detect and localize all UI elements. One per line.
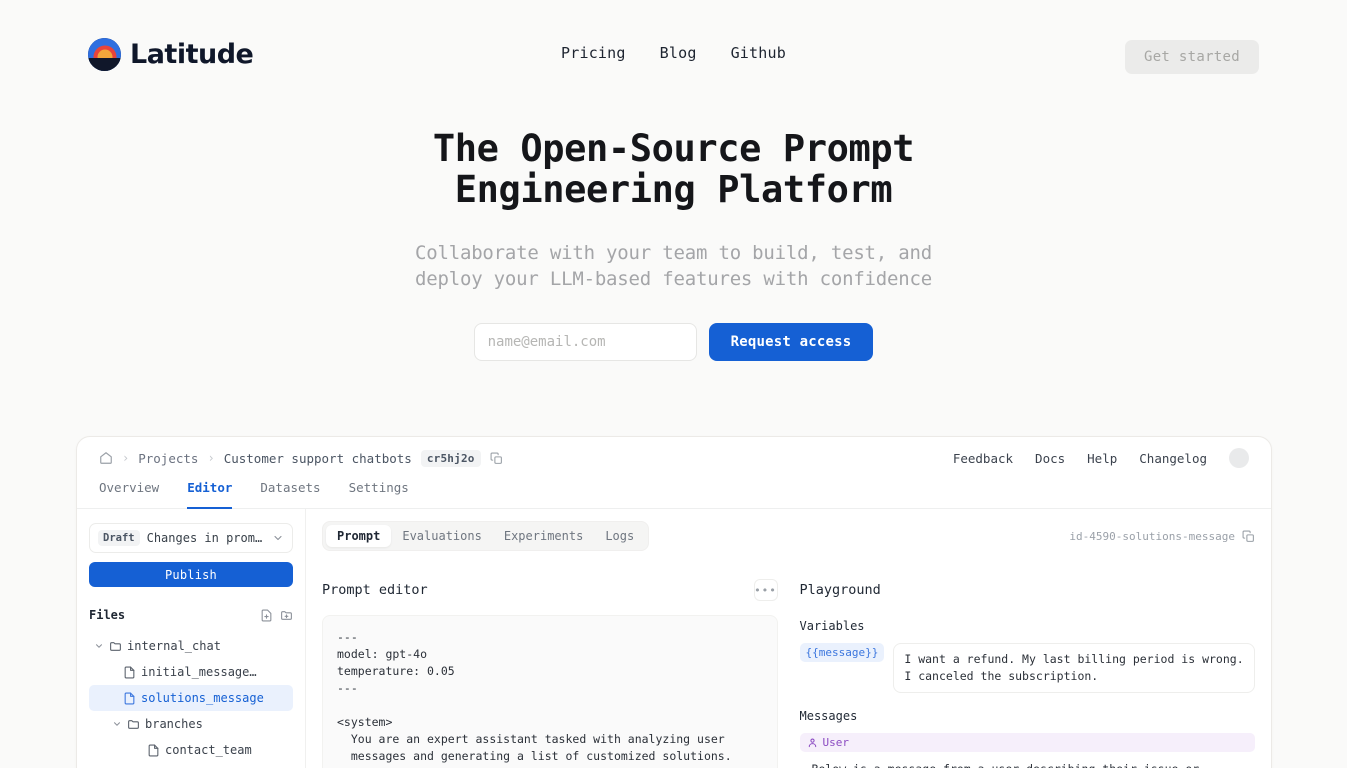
breadcrumb-separator: › xyxy=(207,451,215,465)
get-started-button[interactable]: Get started xyxy=(1124,40,1259,74)
tree-item-label: contact_team xyxy=(165,743,252,757)
topbar-link-docs[interactable]: Docs xyxy=(1035,451,1065,466)
email-input[interactable] xyxy=(473,323,697,361)
tree-item-label: branches xyxy=(145,717,203,731)
breadcrumb-item-project[interactable]: Customer support chatbots xyxy=(224,451,412,466)
chevron-down-icon[interactable] xyxy=(93,641,104,651)
avatar[interactable] xyxy=(1229,448,1249,468)
prompt-code[interactable]: --- model: gpt-4o temperature: 0.05 --- … xyxy=(322,615,778,768)
variable-row: {{message}} I want a refund. My last bil… xyxy=(799,643,1255,693)
user-icon xyxy=(807,737,818,748)
file-icon xyxy=(123,666,136,679)
tree-item-label: initial_message… xyxy=(141,665,257,679)
file-icon xyxy=(147,744,160,757)
file-icon xyxy=(123,692,136,705)
draft-selector[interactable]: Draft Changes in prompt… xyxy=(89,523,293,553)
tree-item-initial-message[interactable]: initial_message… xyxy=(89,659,293,685)
document-id: id-4590-solutions-message xyxy=(1069,530,1255,543)
tree-item-branches[interactable]: branches xyxy=(89,711,293,737)
app-body: Draft Changes in prompt… Publish Files i… xyxy=(77,509,1271,768)
signup-form: Request access xyxy=(0,323,1347,361)
tree-item-internal-chat[interactable]: internal_chat xyxy=(89,633,293,659)
product-screenshot: › Projects › Customer support chatbots c… xyxy=(76,436,1272,768)
segment-logs[interactable]: Logs xyxy=(594,525,645,547)
brand-name: Latitude xyxy=(130,39,254,70)
draft-badge: Draft xyxy=(98,530,140,546)
segment-prompt[interactable]: Prompt xyxy=(326,525,392,547)
home-icon[interactable] xyxy=(99,451,113,465)
topbar-link-feedback[interactable]: Feedback xyxy=(953,451,1013,466)
more-options-icon[interactable]: ••• xyxy=(753,579,778,601)
playground-title: Playground xyxy=(799,582,881,598)
message-role-label: User xyxy=(822,736,850,749)
chevron-down-icon xyxy=(272,532,284,544)
tab-overview[interactable]: Overview xyxy=(99,480,159,509)
new-folder-icon[interactable] xyxy=(280,609,293,622)
nav-link-blog[interactable]: Blog xyxy=(660,44,697,62)
editor-segmented-control: Prompt Evaluations Experiments Logs xyxy=(322,521,650,551)
folder-icon xyxy=(109,640,122,653)
request-access-button[interactable]: Request access xyxy=(708,323,874,361)
copy-icon[interactable] xyxy=(490,452,503,465)
chevron-down-icon[interactable] xyxy=(111,719,122,729)
hero-section: The Open-Source Prompt Engineering Platf… xyxy=(0,128,1347,361)
nav-link-pricing[interactable]: Pricing xyxy=(561,44,626,62)
draft-name: Changes in prompt… xyxy=(146,531,265,545)
playground-header: Playground xyxy=(800,577,1256,603)
editor-panes: Prompt editor ••• --- model: gpt-4o temp… xyxy=(322,577,1255,768)
sidebar: Draft Changes in prompt… Publish Files i… xyxy=(77,509,306,768)
nav-link-github[interactable]: Github xyxy=(731,44,786,62)
tree-item-contact-team[interactable]: contact_team xyxy=(89,737,293,763)
topbar-link-help[interactable]: Help xyxy=(1087,451,1117,466)
tab-settings[interactable]: Settings xyxy=(349,480,409,509)
tab-editor[interactable]: Editor xyxy=(187,480,233,509)
primary-nav: Pricing Blog Github xyxy=(561,44,786,62)
tree-item-label: internal_chat xyxy=(127,639,221,653)
segment-evaluations[interactable]: Evaluations xyxy=(391,525,492,547)
site-header: Latitude Pricing Blog Github Get started xyxy=(0,0,1347,110)
folder-icon xyxy=(127,718,140,731)
hero-subheading: Collaborate with your team to build, tes… xyxy=(415,242,932,290)
app-topbar-links: Feedback Docs Help Changelog xyxy=(953,448,1249,468)
tree-item-solutions-message[interactable]: solutions_message xyxy=(89,685,293,711)
prompt-editor-header: Prompt editor ••• xyxy=(322,577,778,603)
brand-logo[interactable]: Latitude xyxy=(88,38,254,71)
document-id-label: id-4590-solutions-message xyxy=(1069,529,1235,543)
tree-item-label: solutions_message xyxy=(141,691,264,705)
latitude-logo-icon xyxy=(88,38,121,71)
editor-toolbar: Prompt Evaluations Experiments Logs id-4… xyxy=(322,521,1255,551)
breadcrumb-separator: › xyxy=(122,451,130,465)
variable-value-input[interactable]: I want a refund. My last billing period … xyxy=(893,643,1255,693)
message-role-badge: User xyxy=(799,733,1255,752)
app-tabs: Overview Editor Datasets Settings xyxy=(77,479,1271,509)
messages-label: Messages xyxy=(799,709,858,723)
prompt-editor-title: Prompt editor xyxy=(322,582,428,598)
prompt-editor-pane: Prompt editor ••• --- model: gpt-4o temp… xyxy=(322,577,778,768)
segment-experiments[interactable]: Experiments xyxy=(493,525,594,547)
breadcrumb-item-projects[interactable]: Projects xyxy=(138,451,198,466)
new-file-icon[interactable] xyxy=(260,609,273,622)
playground-pane: Playground Variables {{message}} I want … xyxy=(799,577,1256,768)
variables-label: Variables xyxy=(799,619,865,633)
message-text: Below is a message from a user describin… xyxy=(800,761,1256,768)
tab-datasets[interactable]: Datasets xyxy=(260,480,320,509)
topbar-link-changelog[interactable]: Changelog xyxy=(1139,451,1207,466)
hero-heading: The Open-Source Prompt Engineering Platf… xyxy=(432,127,915,211)
publish-button[interactable]: Publish xyxy=(89,562,293,587)
variable-name-chip: {{message}} xyxy=(799,643,885,662)
files-label: Files xyxy=(89,608,126,622)
editor-main: Prompt Evaluations Experiments Logs id-4… xyxy=(306,509,1271,768)
files-header: Files xyxy=(89,608,293,622)
file-tree: internal_chat initial_message… solutions… xyxy=(89,633,293,763)
app-topbar: › Projects › Customer support chatbots c… xyxy=(77,437,1271,479)
project-id-badge: cr5hj2o xyxy=(420,449,481,467)
breadcrumb: › Projects › Customer support chatbots c… xyxy=(99,449,503,467)
copy-icon[interactable] xyxy=(1242,530,1255,543)
